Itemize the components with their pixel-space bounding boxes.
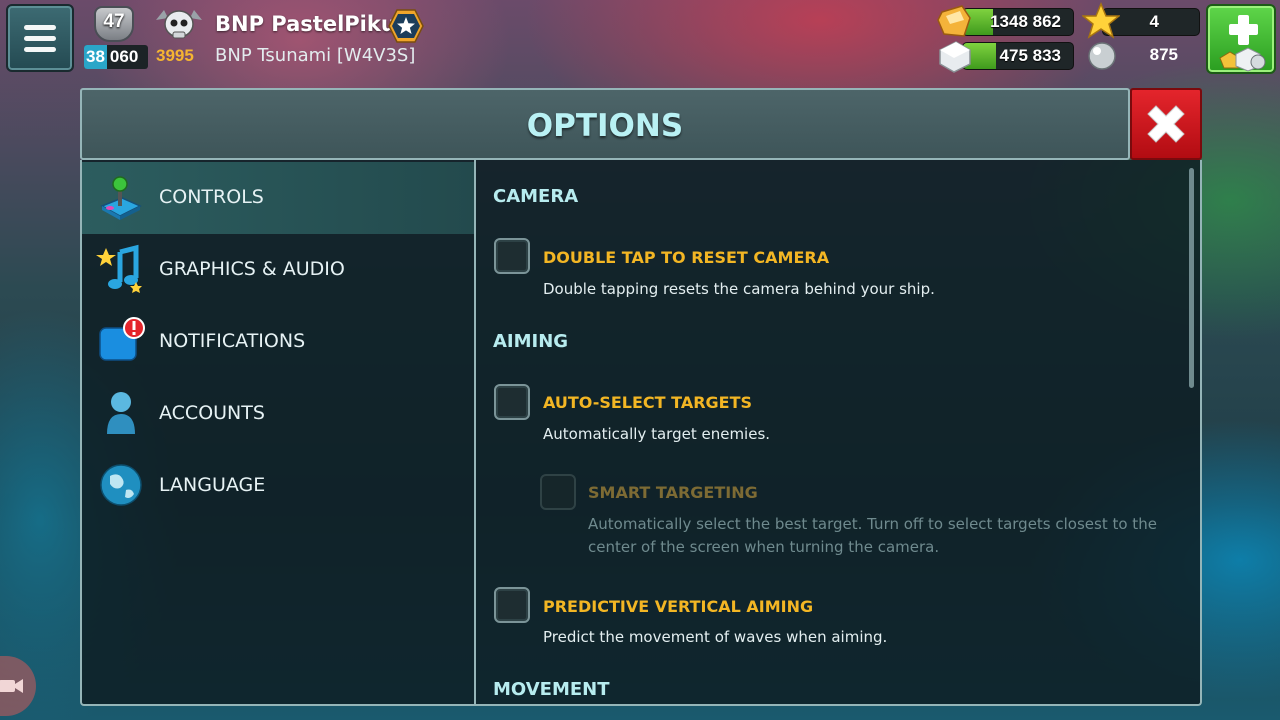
gems-bar: 1348 862: [962, 8, 1074, 36]
main-menu-button[interactable]: [6, 4, 74, 72]
player-level-badge[interactable]: 47: [90, 6, 138, 42]
guild-name[interactable]: BNP Tsunami [W4V3S]: [215, 45, 415, 66]
marble-bar: 475 833: [962, 42, 1074, 70]
smart-targeting-checkbox: [540, 474, 576, 510]
predictive-vertical-aiming-checkbox[interactable]: [494, 587, 530, 623]
video-camera-icon: [0, 679, 23, 693]
sidebar-item-label: CONTROLS: [159, 186, 264, 208]
controls-settings: CAMERA DOUBLE TAP TO RESET CAMERA Double…: [478, 160, 1202, 704]
smart-targeting-desc: Automatically select the best target. Tu…: [588, 515, 1157, 556]
gems-value: 1348 862: [990, 12, 1061, 31]
sidebar-item-label: NOTIFICATIONS: [159, 330, 306, 352]
marble-value: 475 833: [999, 46, 1061, 65]
predictive-vertical-aiming-desc: Predict the movement of waves when aimin…: [543, 628, 888, 646]
rank-star-icon: [388, 9, 424, 43]
options-panel: CONTROLS GRAPHICS & AUDIO NOTIFICATIONS: [80, 160, 1202, 706]
predictive-vertical-aiming-label: PREDICTIVE VERTICAL AIMING: [543, 597, 814, 616]
plus-icon-bar: [1229, 24, 1258, 35]
record-camera-button[interactable]: [0, 656, 36, 716]
globe-icon: [100, 464, 142, 506]
pearl-count: 875: [1104, 42, 1200, 70]
close-icon: [1147, 105, 1185, 143]
gem-icon: [937, 5, 971, 37]
shop-add-button[interactable]: [1206, 4, 1276, 74]
sidebar-item-graphics-audio[interactable]: GRAPHICS & AUDIO: [82, 234, 474, 306]
joystick-icon: [100, 176, 142, 220]
sidebar-item-language[interactable]: LANGUAGE: [82, 450, 474, 522]
marble-block-icon: [939, 41, 971, 73]
smart-targeting-label: SMART TARGETING: [588, 483, 758, 502]
trophy-count-rest: 060: [109, 47, 139, 66]
star-music-note-icon: [96, 244, 142, 293]
gold-count: 3995: [156, 46, 194, 65]
sidebar-item-label: ACCOUNTS: [159, 402, 265, 424]
double-tap-reset-desc: Double tapping resets the camera behind …: [543, 280, 935, 298]
sidebar-item-controls[interactable]: CONTROLS: [82, 162, 474, 234]
auto-select-targets-desc: Automatically target enemies.: [543, 425, 771, 443]
skull-icon: [156, 10, 202, 39]
pearl-icon: [1088, 42, 1116, 70]
pearls-value: 875: [1149, 45, 1178, 64]
section-aiming: AIMING: [493, 331, 569, 352]
sidebar-item-label: LANGUAGE: [159, 474, 266, 496]
sidebar-item-accounts[interactable]: ACCOUNTS: [82, 378, 474, 450]
trophy-count-highlight: 38: [84, 45, 107, 69]
sidebar-item-label: GRAPHICS & AUDIO: [159, 258, 345, 280]
settings-scrollbar[interactable]: [1189, 168, 1194, 388]
close-button[interactable]: [1130, 88, 1202, 160]
auto-select-targets-checkbox[interactable]: [494, 384, 530, 420]
section-movement: MOVEMENT: [493, 679, 610, 700]
trophy-count: 38 060: [84, 45, 148, 69]
sidebar-item-notifications[interactable]: NOTIFICATIONS: [82, 306, 474, 378]
player-level: 47: [103, 11, 125, 32]
stars-value: 4: [1149, 12, 1159, 31]
hamburger-line: [24, 24, 56, 30]
page-title: OPTIONS: [526, 108, 684, 144]
notification-alert-icon: [99, 317, 145, 361]
person-icon: [107, 392, 135, 434]
star-icon: [1082, 2, 1120, 39]
hamburger-line: [24, 35, 56, 41]
double-tap-reset-checkbox[interactable]: [494, 238, 530, 274]
options-sidebar: CONTROLS GRAPHICS & AUDIO NOTIFICATIONS: [82, 160, 476, 704]
options-title-bar: OPTIONS: [80, 88, 1130, 160]
resource-bundle-icon: [1219, 47, 1266, 72]
double-tap-reset-label: DOUBLE TAP TO RESET CAMERA: [543, 248, 830, 267]
section-camera: CAMERA: [493, 186, 579, 207]
player-name[interactable]: BNP PastelPiku: [215, 12, 396, 36]
hamburger-line: [24, 46, 56, 52]
auto-select-targets-label: AUTO-SELECT TARGETS: [543, 393, 753, 412]
